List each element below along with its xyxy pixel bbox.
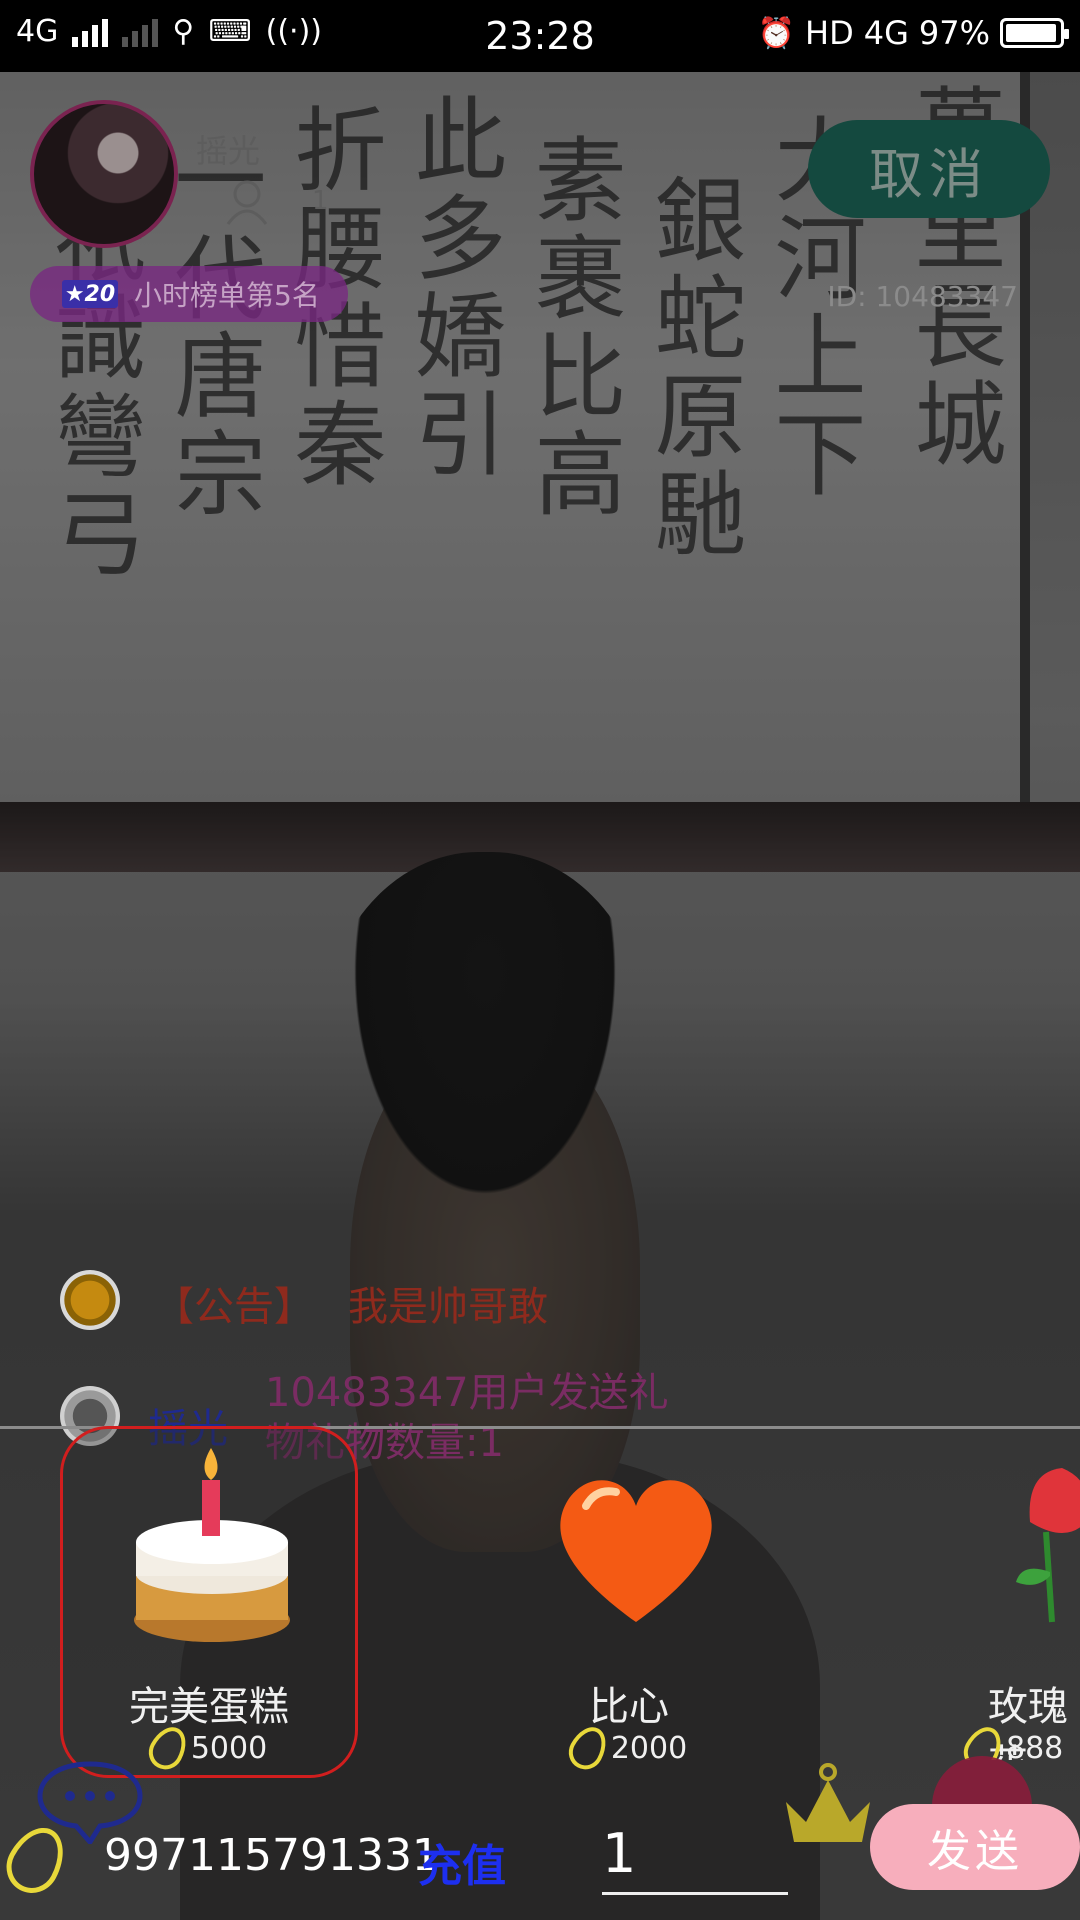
send-button[interactable]: 发送 bbox=[870, 1804, 1080, 1890]
battery-fill bbox=[1006, 24, 1056, 42]
chat-avatar[interactable] bbox=[60, 1270, 120, 1330]
hourly-rank-badge[interactable]: ★20 小时榜单第5名 bbox=[30, 266, 348, 322]
viewer-count: 1 bbox=[312, 186, 329, 216]
gift-item-cake[interactable]: 完美蛋糕 5000 bbox=[64, 1430, 354, 1776]
rank-text: 小时榜单第5名 bbox=[134, 279, 320, 312]
alarm-icon: ⏰ bbox=[757, 15, 796, 51]
heart-icon bbox=[560, 1480, 712, 1622]
gift-price: 888 bbox=[957, 1720, 1080, 1761]
notice-text: 我是帅哥敢 bbox=[348, 1284, 548, 1330]
host-name: 摇光 bbox=[196, 132, 261, 170]
gift-price-value: 2000 bbox=[610, 1730, 688, 1766]
bean-coin-icon bbox=[957, 1720, 1009, 1760]
host-avatar[interactable] bbox=[30, 100, 178, 248]
recharge-link[interactable]: 充值 bbox=[418, 1830, 506, 1894]
gift-item-rose[interactable]: 玫瑰花 888 bbox=[904, 1430, 1080, 1760]
room-id: ID: 10483347 bbox=[827, 280, 1018, 313]
gift-item-heart[interactable]: 比心 2000 bbox=[484, 1430, 774, 1776]
gift-name: 比心 bbox=[589, 1684, 669, 1730]
crown-icon[interactable] bbox=[780, 1762, 876, 1846]
status-bar: 4G ⚲ ⌨ ((·)) 23:28 ⏰ HD 4G 97% bbox=[0, 0, 1080, 72]
bean-coin-icon bbox=[562, 1720, 614, 1776]
bean-balance: 997115791331 bbox=[104, 1830, 440, 1881]
gift-quantity-input[interactable]: 1 bbox=[602, 1822, 788, 1895]
gift-price: 2000 bbox=[484, 1720, 774, 1776]
rank-level: ★20 bbox=[62, 280, 118, 308]
gift-name: 完美蛋糕 bbox=[129, 1684, 289, 1730]
cancel-button[interactable]: 取消 bbox=[808, 120, 1050, 218]
gift-send-bar: 997115791331 充值 1 发送 bbox=[0, 1756, 1080, 1908]
rose-icon bbox=[1016, 1468, 1080, 1623]
hd-label: HD bbox=[805, 14, 854, 52]
battery-percent: 97% bbox=[918, 14, 990, 52]
bean-balance-icon bbox=[0, 1817, 75, 1903]
chat-message: 【公告】 我是帅哥敢 bbox=[60, 1270, 548, 1332]
network2-label: 4G bbox=[863, 14, 909, 52]
gift-price-value: 5000 bbox=[190, 1730, 268, 1766]
cake-icon bbox=[134, 1448, 290, 1642]
gift-price-value: 888 bbox=[1006, 1730, 1064, 1761]
battery-icon bbox=[1000, 18, 1069, 48]
viewers-icon bbox=[226, 180, 268, 225]
notice-tag: 【公告】 bbox=[154, 1284, 314, 1330]
status-right: ⏰ HD 4G 97% bbox=[757, 14, 1069, 52]
bean-coin-icon bbox=[142, 1720, 194, 1776]
